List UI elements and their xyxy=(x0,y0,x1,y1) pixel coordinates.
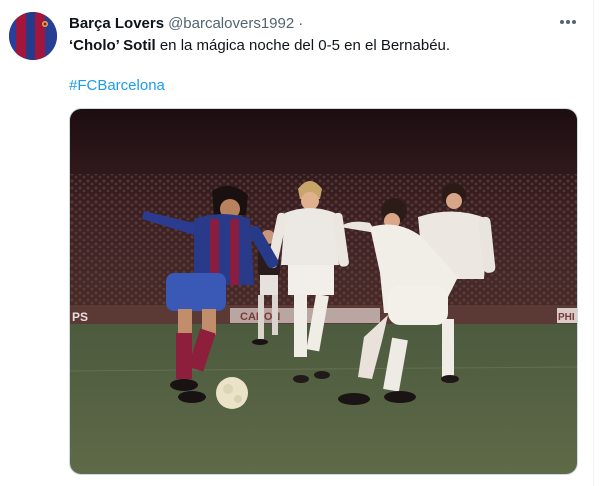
right-border xyxy=(593,0,594,486)
tweet-text: ‘Cholo’ Sotil en la mágica noche del 0-5… xyxy=(69,36,579,56)
tweet-text-bold: ‘Cholo’ Sotil xyxy=(69,37,156,54)
hashtag-line: #FCBarcelona xyxy=(69,76,165,96)
display-name[interactable]: Barça Lovers xyxy=(69,15,164,32)
ad-board-text: PS xyxy=(72,310,88,324)
barca-stripes-avatar-image xyxy=(9,12,57,60)
header-separator: · xyxy=(298,14,304,32)
football-match-photo: PS CANON PHI xyxy=(70,109,577,474)
more-options-button[interactable] xyxy=(556,12,580,32)
tweet-text-rest: en la mágica noche del 0-5 en el Bernabé… xyxy=(155,37,451,54)
tweet-card[interactable]: Barça Lovers @barcalovers1992 · ‘Cholo’ … xyxy=(0,0,600,486)
tweet-photo[interactable]: PS CANON PHI xyxy=(69,108,578,475)
football xyxy=(216,377,248,409)
avatar[interactable] xyxy=(9,12,57,60)
more-horizontal-icon xyxy=(560,20,576,24)
hashtag-link[interactable]: #FCBarcelona xyxy=(69,77,165,94)
tweet-header: Barça Lovers @barcalovers1992 · xyxy=(69,13,303,33)
ad-board-text: PHI xyxy=(558,312,575,323)
user-handle[interactable]: @barcalovers1992 xyxy=(168,15,294,32)
